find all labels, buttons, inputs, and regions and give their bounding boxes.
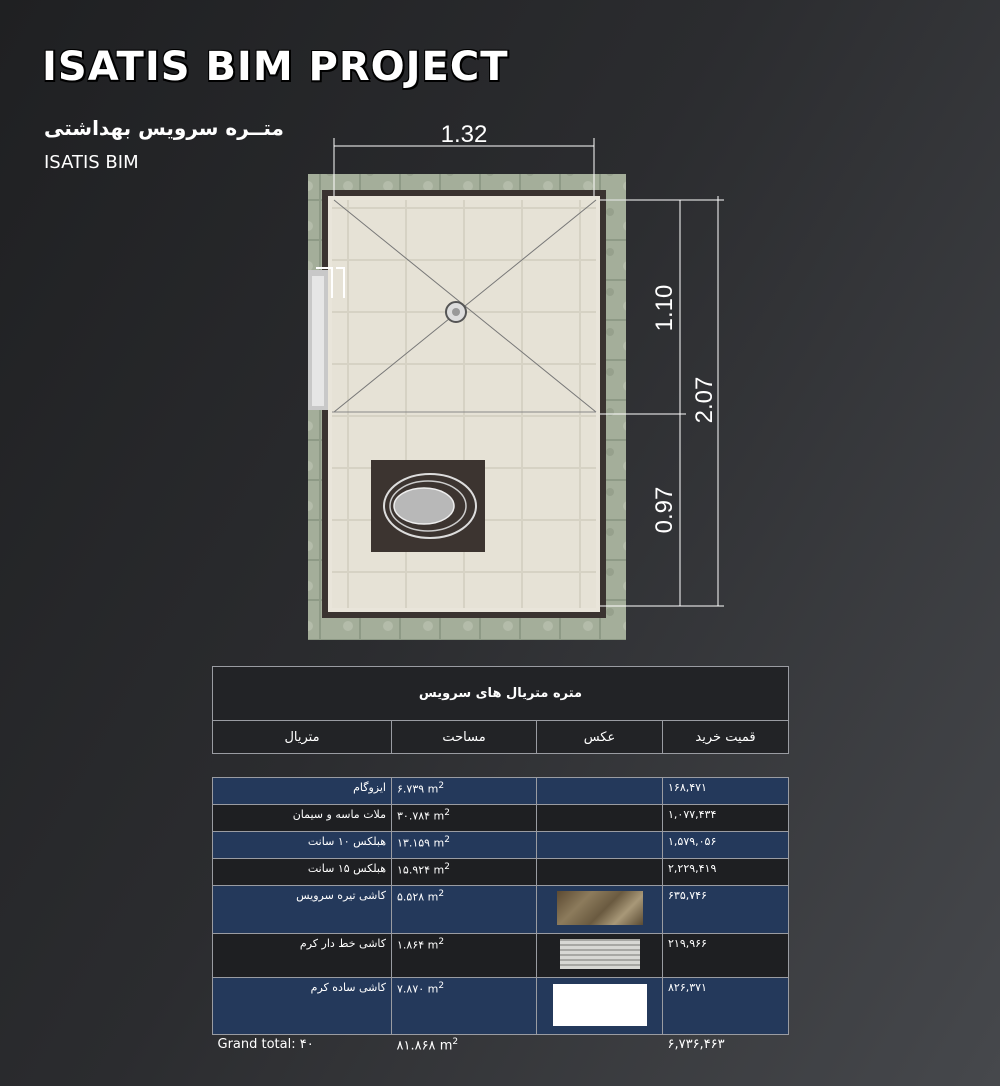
marble-swatch: [556, 891, 643, 925]
price-cell: ۸۲۶,۳۷۱: [662, 977, 789, 1035]
area-cell: ۱۳.۱۵۹ m2: [391, 831, 537, 859]
table-row: کاشی تیره سرویس ۵.۵۲۸ m2 ۶۳۵,۷۴۶: [212, 885, 789, 934]
col-header-area: مساحت: [391, 720, 537, 754]
price-cell: ۶۳۵,۷۴۶: [662, 885, 789, 934]
grand-total-price: ۶,۷۳۶,۴۶۳: [667, 1037, 725, 1052]
area-cell: ۳۰.۷۸۴ m2: [391, 804, 537, 832]
price-cell: ۱۶۸,۴۷۱: [662, 777, 789, 805]
col-header-photo: عکس: [536, 720, 663, 754]
area-cell: ۷.۸۷۰ m2: [391, 977, 537, 1035]
materials-table-header: متره متریال های سرویس متریال مساحت عکس ق…: [211, 666, 790, 754]
striped-tile-swatch: [559, 939, 640, 969]
area-cell: ۱۵.۹۲۴ m2: [391, 858, 537, 886]
area-cell: ۵.۵۲۸ m2: [391, 885, 537, 934]
table-row: هبلکس ۱۰ سانت ۱۳.۱۵۹ m2 ۱,۵۷۹,۰۵۶: [212, 831, 789, 859]
materials-table: ایزوگام ۶.۷۳۹ m2 ۱۶۸,۴۷۱ ملات ماسه و سیم…: [212, 777, 789, 1059]
material-cell: هبلکس ۱۵ سانت: [212, 858, 392, 886]
col-header-material: متریال: [212, 720, 392, 754]
col-header-price: قمیت خرید: [661, 720, 790, 754]
material-cell: ملات ماسه و سیمان: [212, 804, 392, 832]
material-cell: هبلکس ۱۰ سانت: [212, 831, 392, 859]
price-cell: ۱,۵۷۹,۰۵۶: [662, 831, 789, 859]
table-row: ایزوگام ۶.۷۳۹ m2 ۱۶۸,۴۷۱: [212, 777, 789, 805]
area-cell: ۱.۸۶۴ m2: [391, 933, 537, 978]
photo-cell: [536, 777, 663, 805]
photo-cell: [536, 804, 663, 832]
photo-cell: [536, 858, 663, 886]
floor-plan: 1.32 1.10 2.07 0.97: [308, 121, 724, 640]
price-cell: ۲۱۹,۹۶۶: [662, 933, 789, 978]
grand-total-label: Grand total: ۴۰: [217, 1037, 314, 1052]
photo-cell: [536, 831, 663, 859]
material-cell: کاشی تیره سرویس: [212, 885, 392, 934]
dimension-lower: 0.97: [651, 487, 678, 534]
photo-cell: [536, 933, 663, 978]
price-cell: ۲,۲۲۹,۴۱۹: [662, 858, 789, 886]
material-cell: ایزوگام: [212, 777, 392, 805]
table-row: ملات ماسه و سیمان ۳۰.۷۸۴ m2 ۱,۰۷۷,۴۳۴: [212, 804, 789, 832]
dimension-width: 1.32: [441, 121, 488, 148]
table-row: کاشی ساده کرم ۷.۸۷۰ m2 ۸۲۶,۳۷۱: [212, 977, 789, 1035]
price-cell: ۱,۰۷۷,۴۳۴: [662, 804, 789, 832]
dimension-upper: 1.10: [651, 285, 678, 332]
plain-tile-swatch: [552, 983, 647, 1026]
grand-total-row: Grand total: ۴۰ ۸۱.۸۶۸ m2 ۶,۷۳۶,۴۶۳: [213, 1035, 789, 1059]
table-row: کاشی خط دار کرم ۱.۸۶۴ m2 ۲۱۹,۹۶۶: [212, 933, 789, 978]
table-row: هبلکس ۱۵ سانت ۱۵.۹۲۴ m2 ۲,۲۲۹,۴۱۹: [212, 858, 789, 886]
material-cell: کاشی ساده کرم: [212, 977, 392, 1035]
area-cell: ۶.۷۳۹ m2: [391, 777, 537, 805]
dimension-total: 2.07: [691, 377, 718, 424]
material-cell: کاشی خط دار کرم: [212, 933, 392, 978]
photo-cell: [536, 885, 663, 934]
photo-cell: [536, 977, 663, 1035]
table-caption: متره متریال های سرویس: [211, 666, 790, 721]
grand-total-area: ۸۱.۸۶۸ m2: [396, 1037, 459, 1054]
